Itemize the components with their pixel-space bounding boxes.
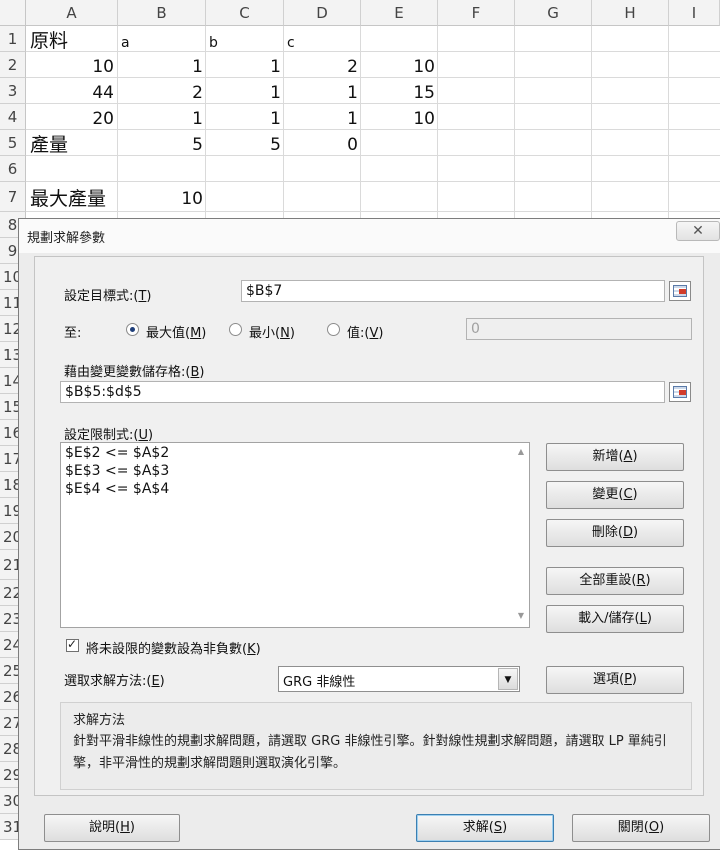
- constraints-list[interactable]: $E$2 <= $A$2 $E$3 <= $A$3 $E$4 <= $A$4 ▲…: [60, 442, 530, 628]
- column-header-d[interactable]: D: [284, 0, 361, 26]
- solving-method-description: 求解方法 針對平滑非線性的規劃求解問題，請選取 GRG 非線性引擎。針對線性規劃…: [60, 702, 692, 790]
- dialog-title: 規劃求解參數: [27, 231, 106, 246]
- cell-a2[interactable]: 10: [26, 54, 114, 80]
- cell-b5[interactable]: 5: [118, 132, 203, 158]
- cell-b1[interactable]: a: [121, 30, 130, 56]
- radio-max[interactable]: [126, 323, 139, 336]
- close-button[interactable]: 關閉(O): [572, 814, 710, 842]
- column-header-f[interactable]: F: [438, 0, 515, 26]
- change-button[interactable]: 變更(C): [546, 481, 684, 509]
- row-header-6[interactable]: 6: [0, 156, 26, 182]
- cell-c1[interactable]: b: [209, 30, 218, 56]
- radio-max-label[interactable]: 最大值(M): [146, 322, 206, 341]
- column-header-c[interactable]: C: [206, 0, 284, 26]
- solving-method-value: GRG 非線性: [283, 675, 356, 690]
- radio-min[interactable]: [229, 323, 242, 336]
- reset-all-button[interactable]: 全部重設(R): [546, 567, 684, 595]
- scroll-down-icon[interactable]: ▼: [515, 611, 527, 620]
- make-nonnegative-checkbox[interactable]: [66, 637, 79, 652]
- radio-value[interactable]: [327, 323, 340, 336]
- radio-value-label[interactable]: 值:(V): [347, 322, 383, 341]
- cell-e2[interactable]: 10: [361, 54, 435, 80]
- help-button[interactable]: 說明(H): [44, 814, 180, 842]
- to-label: 至:: [64, 326, 82, 341]
- cell-c4[interactable]: 1: [206, 106, 281, 132]
- delete-button[interactable]: 刪除(D): [546, 519, 684, 547]
- row-header-1[interactable]: 1: [0, 26, 26, 52]
- column-header-a[interactable]: A: [26, 0, 118, 26]
- row-header-4[interactable]: 4: [0, 104, 26, 130]
- scroll-up-icon[interactable]: ▲: [515, 447, 527, 456]
- constraint-item[interactable]: $E$2 <= $A$2: [65, 445, 169, 461]
- row-header-7[interactable]: 7: [0, 182, 26, 212]
- cell-e4[interactable]: 10: [361, 106, 435, 132]
- gridline: [26, 51, 720, 52]
- column-header-i[interactable]: I: [669, 0, 720, 26]
- cell-b3[interactable]: 2: [118, 80, 203, 106]
- add-button[interactable]: 新增(A): [546, 443, 684, 471]
- row-header-5[interactable]: 5: [0, 130, 26, 156]
- close-icon[interactable]: ✕: [676, 221, 720, 241]
- value-of-input[interactable]: [466, 318, 692, 340]
- cell-b4[interactable]: 1: [118, 106, 203, 132]
- cell-d3[interactable]: 1: [284, 80, 358, 106]
- cell-a1[interactable]: 原料: [30, 28, 68, 54]
- column-header-h[interactable]: H: [592, 0, 669, 26]
- select-all-corner[interactable]: [0, 0, 26, 26]
- cell-a5[interactable]: 產量: [30, 132, 68, 158]
- row-header-3[interactable]: 3: [0, 78, 26, 104]
- cell-d5[interactable]: 0: [284, 132, 358, 158]
- solve-button[interactable]: 求解(S): [416, 814, 554, 842]
- description-text: 針對平滑非線性的規劃求解問題，請選取 GRG 非線性引擎。針對線性規劃求解問題，…: [73, 734, 667, 771]
- cell-c5[interactable]: 5: [206, 132, 281, 158]
- cell-d1[interactable]: c: [287, 30, 295, 56]
- column-header-e[interactable]: E: [361, 0, 438, 26]
- changing-cells-range-picker-icon[interactable]: [669, 382, 691, 402]
- cell-d4[interactable]: 1: [284, 106, 358, 132]
- column-header-g[interactable]: G: [515, 0, 592, 26]
- cell-c2[interactable]: 1: [206, 54, 281, 80]
- changing-cells-label: 藉由變更變數儲存格:(B): [64, 365, 205, 380]
- cell-a4[interactable]: 20: [26, 106, 114, 132]
- radio-min-label[interactable]: 最小(N): [249, 322, 295, 341]
- description-title: 求解方法: [73, 713, 126, 728]
- load-save-button[interactable]: 載入/儲存(L): [546, 605, 684, 633]
- cell-c3[interactable]: 1: [206, 80, 281, 106]
- solving-method-select[interactable]: GRG 非線性 ▼: [278, 666, 520, 692]
- cell-a7[interactable]: 最大產量: [30, 186, 106, 212]
- row-header-2[interactable]: 2: [0, 52, 26, 78]
- solving-method-label: 選取求解方法:(E): [64, 674, 165, 689]
- constraint-item[interactable]: $E$3 <= $A$3: [65, 463, 169, 479]
- cell-d2[interactable]: 2: [284, 54, 358, 80]
- cell-e3[interactable]: 15: [361, 80, 435, 106]
- dialog-title-bar[interactable]: 規劃求解參數 ✕: [19, 219, 720, 253]
- objective-range-picker-icon[interactable]: [669, 281, 691, 301]
- changing-cells-input[interactable]: [60, 381, 665, 403]
- cell-b2[interactable]: 1: [118, 54, 203, 80]
- constraints-label: 設定限制式:(U): [64, 428, 154, 443]
- cell-b7[interactable]: 10: [118, 186, 203, 212]
- make-nonnegative-label[interactable]: 將未設限的變數設為非負數(K): [86, 638, 261, 657]
- objective-input[interactable]: [241, 280, 665, 302]
- chevron-down-icon[interactable]: ▼: [498, 668, 518, 690]
- constraint-item[interactable]: $E$4 <= $A$4: [65, 481, 169, 497]
- options-button[interactable]: 選項(P): [546, 666, 684, 694]
- column-header-b[interactable]: B: [118, 0, 206, 26]
- objective-label: 設定目標式:(T): [64, 289, 152, 304]
- gridline: [26, 181, 720, 182]
- cell-a3[interactable]: 44: [26, 80, 114, 106]
